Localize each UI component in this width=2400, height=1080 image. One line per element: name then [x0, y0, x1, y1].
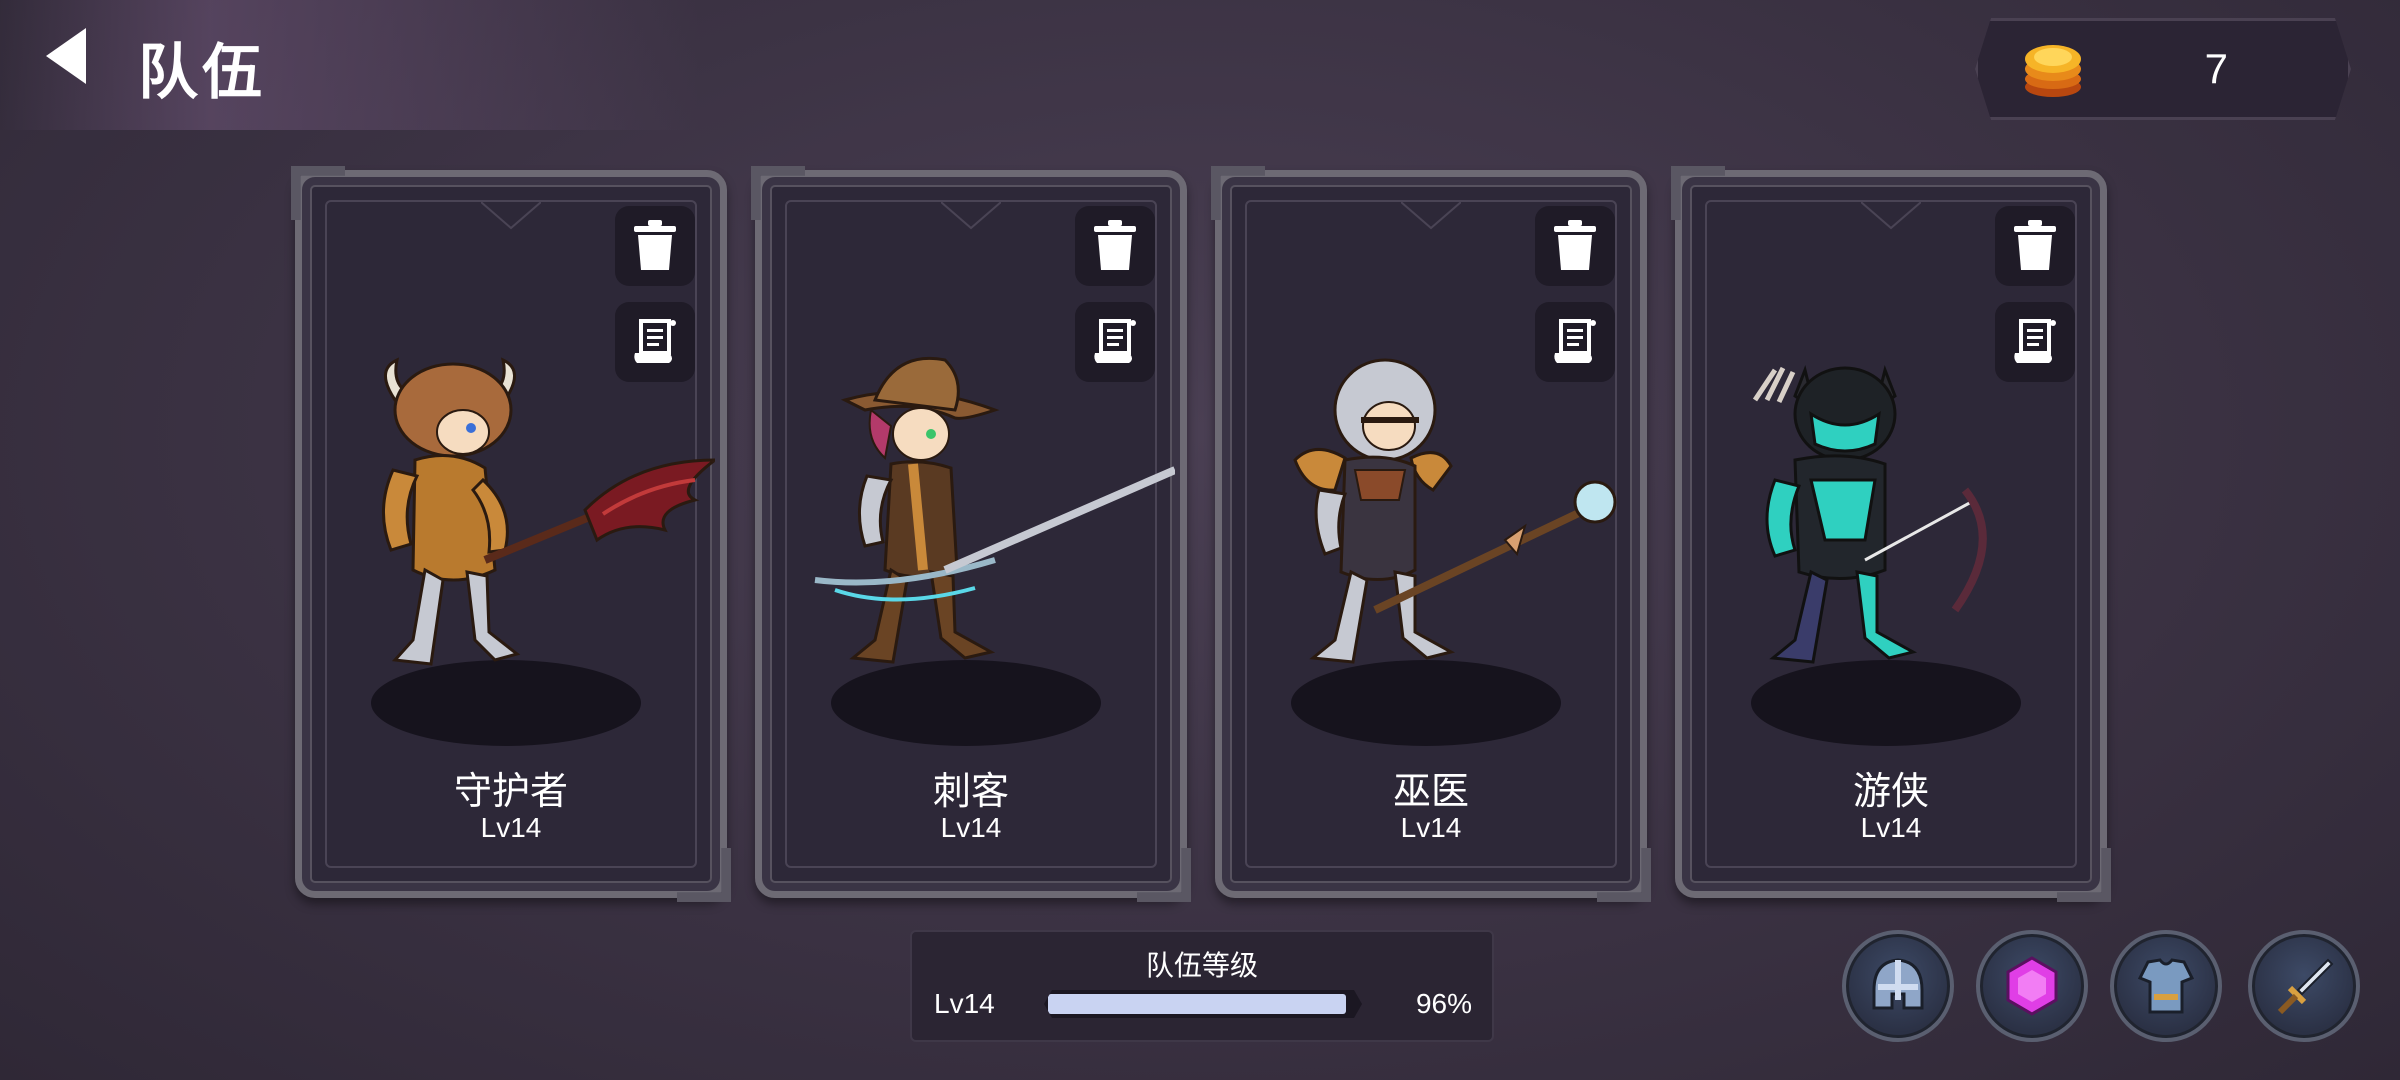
card-notch [941, 201, 1001, 230]
delete-hero-button[interactable] [1075, 206, 1155, 286]
witch-doctor-hero-sprite [1293, 358, 1617, 664]
team-level-title: 队伍等级 [1145, 950, 1258, 981]
trash-icon [634, 220, 676, 270]
delete-hero-button[interactable] [615, 206, 695, 286]
hero-card-witch-doctor[interactable]: 巫医 Lv14 [1211, 166, 1651, 902]
team-level-percent: 96% [1415, 988, 1472, 1019]
card-notch [1401, 201, 1461, 230]
trash-icon [2014, 220, 2056, 270]
trash-icon [1094, 220, 1136, 270]
sword-icon [2277, 958, 2334, 1015]
hero-level: Lv14 [1400, 812, 1462, 843]
header-glow [0, 0, 700, 130]
guardian-hero-sprite [382, 357, 715, 666]
back-button[interactable] [40, 24, 100, 88]
team-level-panel: 队伍等级 Lv14 96% [910, 930, 1494, 1042]
sword-button[interactable] [2248, 930, 2360, 1042]
hero-name: 巫医 [1392, 771, 1469, 813]
hero-name: 守护者 [453, 771, 568, 813]
delete-hero-button[interactable] [1535, 206, 1615, 286]
gem-icon [2006, 956, 2058, 1016]
team-level-progress-fill [1048, 994, 1346, 1014]
gem-button[interactable] [1976, 930, 2088, 1042]
hero-name: 刺客 [932, 771, 1009, 813]
hero-card-assassin[interactable]: 刺客 Lv14 [751, 166, 1191, 902]
coin-count: 7 [2204, 45, 2228, 92]
hero-level: Lv14 [1860, 812, 1922, 843]
helmet-button[interactable] [1842, 930, 1954, 1042]
hero-card-ranger[interactable]: 游侠 Lv14 [1671, 166, 2111, 902]
card-notch [1861, 201, 1921, 230]
trash-icon [1554, 220, 1596, 270]
back-arrow-icon [46, 28, 86, 84]
hero-level: Lv14 [480, 812, 542, 843]
hero-level: Lv14 [940, 812, 1002, 843]
card-notch [481, 201, 541, 230]
helmet-icon [1872, 958, 1924, 1010]
armor-button[interactable] [2110, 930, 2222, 1042]
hero-name: 游侠 [1852, 771, 1929, 813]
delete-hero-button[interactable] [1995, 206, 2075, 286]
hero-card-guardian[interactable]: 守护者 Lv14 [291, 166, 731, 902]
team-level-value: Lv14 [934, 988, 995, 1019]
armor-icon [2137, 958, 2195, 1014]
assassin-hero-sprite [814, 356, 1175, 664]
ranger-hero-sprite [1752, 365, 1987, 664]
coin-panel: 7 [1975, 18, 2351, 120]
team-level-progress-bar [1044, 990, 1362, 1018]
page-title: 队伍 [138, 39, 266, 106]
coin-stack-icon [2018, 33, 2088, 103]
